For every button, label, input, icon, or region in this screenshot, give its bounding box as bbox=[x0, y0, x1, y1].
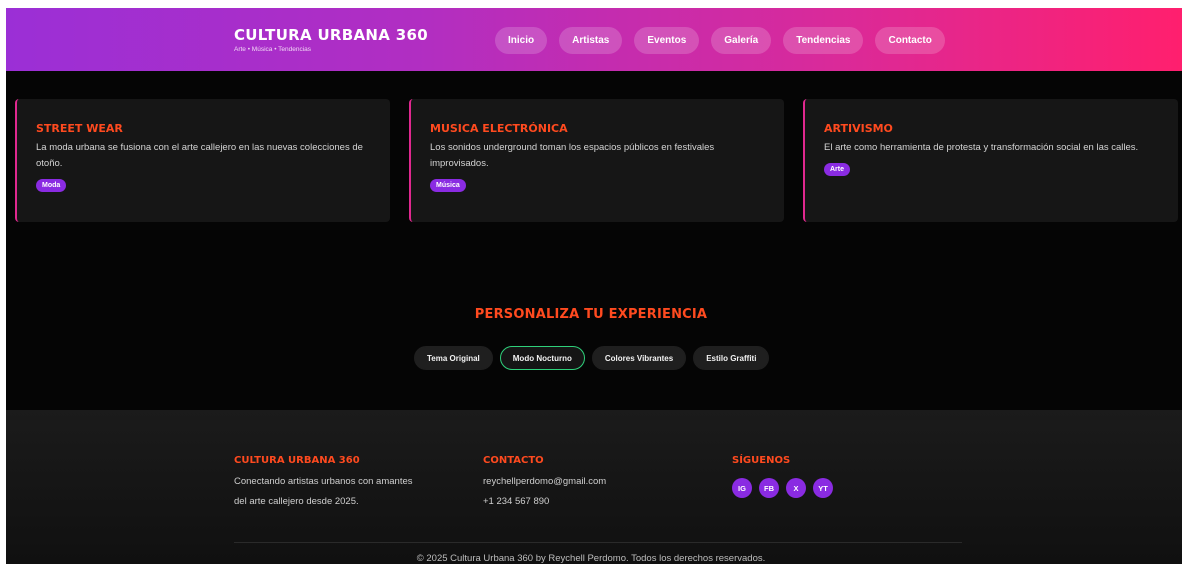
brand-title: CULTURA URBANA 360 bbox=[234, 26, 428, 44]
copyright-text: © 2025 Cultura Urbana 360 by Reychell Pe… bbox=[416, 553, 766, 564]
site-footer: CULTURA URBANA 360 Conectando artistas u… bbox=[6, 410, 1182, 564]
nav-galeria[interactable]: Galería bbox=[711, 27, 772, 54]
article-card-musica[interactable]: MUSICA ELECTRÓNICA Los sonidos undergrou… bbox=[409, 99, 784, 222]
article-card-artivismo[interactable]: ARTIVISMO El arte como herramienta de pr… bbox=[803, 99, 1178, 222]
theme-vibrant-button[interactable]: Colores Vibrantes bbox=[591, 346, 687, 370]
main-nav: Inicio Artistas Eventos Galería Tendenci… bbox=[495, 27, 945, 54]
social-links: IG FB X YT bbox=[732, 478, 833, 498]
footer-divider bbox=[234, 542, 962, 543]
footer-social-title: SÍGUENOS bbox=[732, 455, 791, 466]
brand[interactable]: CULTURA URBANA 360 Arte • Música • Tende… bbox=[234, 27, 428, 54]
instagram-icon[interactable]: IG bbox=[732, 478, 752, 498]
site-header: CULTURA URBANA 360 Arte • Música • Tende… bbox=[6, 8, 1182, 71]
nav-eventos[interactable]: Eventos bbox=[634, 27, 700, 54]
footer-contact: CONTACTO reychellperdomo@gmail.com +1 23… bbox=[483, 454, 606, 512]
page: CULTURA URBANA 360 Arte • Música • Tende… bbox=[6, 8, 1182, 564]
theme-night-button[interactable]: Modo Nocturno bbox=[499, 346, 585, 370]
facebook-icon[interactable]: FB bbox=[759, 478, 779, 498]
card-tag[interactable]: Música bbox=[430, 179, 466, 192]
x-icon[interactable]: X bbox=[786, 478, 806, 498]
theme-selector: Tema Original Modo Nocturno Colores Vibr… bbox=[414, 346, 770, 370]
card-text: La moda urbana se fusiona con el arte ca… bbox=[36, 142, 363, 169]
theme-original-button[interactable]: Tema Original bbox=[414, 346, 493, 370]
footer-phone: +1 234 567 890 bbox=[483, 496, 550, 507]
footer-about-line: del arte callejero desde 2025. bbox=[234, 496, 359, 507]
footer-contact-title: CONTACTO bbox=[483, 455, 544, 466]
card-title: STREET WEAR bbox=[36, 122, 123, 135]
nav-contacto[interactable]: Contacto bbox=[875, 27, 945, 54]
card-title: ARTIVISMO bbox=[824, 122, 893, 135]
card-title: MUSICA ELECTRÓNICA bbox=[430, 122, 568, 135]
theme-graffiti-button[interactable]: Estilo Graffiti bbox=[693, 346, 770, 370]
footer-about-text: Conectando artistas urbanos con amantes … bbox=[234, 472, 413, 512]
brand-subtitle: Arte • Música • Tendencias bbox=[234, 46, 312, 53]
article-card-streetwear[interactable]: STREET WEAR La moda urbana se fusiona co… bbox=[15, 99, 390, 222]
youtube-icon[interactable]: YT bbox=[813, 478, 833, 498]
card-tag[interactable]: Moda bbox=[36, 179, 67, 192]
footer-about: CULTURA URBANA 360 Conectando artistas u… bbox=[234, 454, 413, 512]
footer-contact-text: reychellperdomo@gmail.com +1 234 567 890 bbox=[483, 472, 606, 512]
footer-about-line: Conectando artistas urbanos con amantes bbox=[234, 476, 413, 487]
nav-artistas[interactable]: Artistas bbox=[559, 27, 623, 54]
footer-email-link[interactable]: reychellperdomo@gmail.com bbox=[483, 472, 606, 492]
footer-social: SÍGUENOS IG FB X YT bbox=[732, 454, 833, 498]
card-tag[interactable]: Arte bbox=[824, 163, 851, 176]
card-text: Los sonidos underground toman los espaci… bbox=[430, 142, 715, 169]
nav-inicio[interactable]: Inicio bbox=[495, 27, 548, 54]
footer-about-title: CULTURA URBANA 360 bbox=[234, 455, 360, 466]
nav-tendencias[interactable]: Tendencias bbox=[783, 27, 864, 54]
customize-title: PERSONALIZA TU EXPERIENCIA bbox=[474, 307, 708, 322]
card-text: El arte como herramienta de protesta y t… bbox=[824, 142, 1139, 153]
